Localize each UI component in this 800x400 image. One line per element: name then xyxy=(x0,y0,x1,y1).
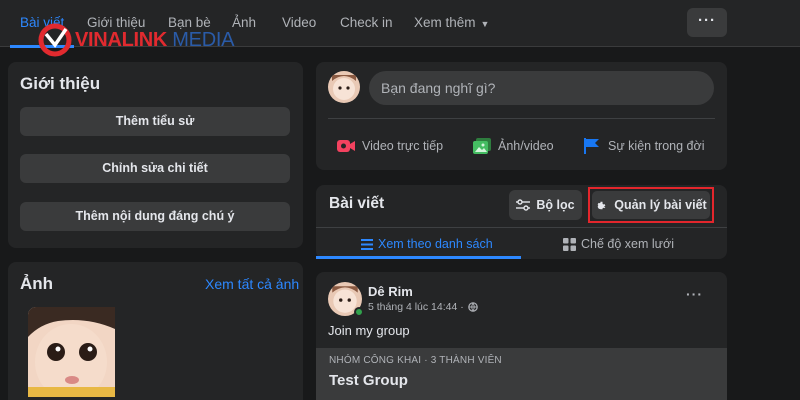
grid-view-tab[interactable]: Chế độ xem lưới xyxy=(563,231,674,257)
photo-video-button[interactable]: Ảnh/video xyxy=(472,135,554,157)
post-time-text: 5 tháng 4 lúc 14:44 · xyxy=(368,301,464,313)
filter-button[interactable]: Bộ lọc xyxy=(509,190,582,220)
posts-title: Bài viết xyxy=(329,195,385,212)
live-video-icon xyxy=(337,140,355,152)
photo-video-label: Ảnh/video xyxy=(498,139,554,153)
manage-posts-highlight: Quản lý bài viết xyxy=(588,187,714,223)
live-video-button[interactable]: Video trực tiếp xyxy=(336,135,443,157)
composer-divider xyxy=(328,118,715,119)
grid-view-label: Chế độ xem lưới xyxy=(581,237,674,251)
shared-group-preview[interactable]: NHÓM CÔNG KHAI · 3 THÀNH VIÊN Test Group xyxy=(316,348,727,400)
photo-icon xyxy=(473,138,491,154)
photo-thumbnail[interactable] xyxy=(28,307,115,397)
tab-photos[interactable]: Ảnh xyxy=(232,0,256,47)
list-view-label: Xem theo danh sách xyxy=(378,237,493,251)
post-author-name[interactable]: Dê Rim xyxy=(368,284,413,299)
tab-more-label: Xem thêm xyxy=(414,15,476,30)
filter-label: Bộ lọc xyxy=(536,198,575,212)
post-options-button[interactable]: ··· xyxy=(686,286,703,302)
life-event-button[interactable]: Sự kiện trong đời xyxy=(582,135,704,157)
filter-sliders-icon xyxy=(516,199,531,211)
intro-title: Giới thiệu xyxy=(20,74,101,93)
whats-on-your-mind-input[interactable]: Bạn đang nghĩ gì? xyxy=(369,71,714,105)
watermark-text: VINALINK MEDIA xyxy=(75,28,235,51)
tab-check-in[interactable]: Check in xyxy=(340,0,393,47)
group-name[interactable]: Test Group xyxy=(329,372,408,389)
manage-posts-button[interactable]: Quản lý bài viết xyxy=(592,191,710,219)
gear-icon xyxy=(597,201,606,209)
edit-details-button[interactable]: Chỉnh sửa chi tiết xyxy=(20,154,290,183)
globe-icon xyxy=(467,302,478,312)
list-view-tab[interactable]: Xem theo danh sách xyxy=(361,231,493,257)
photos-title: Ảnh xyxy=(20,274,54,293)
list-icon xyxy=(361,238,373,250)
post-card: Dê Rim 5 tháng 4 lúc 14:44 · ··· Join my… xyxy=(316,272,727,400)
tab-more[interactable]: Xem thêm ▼ xyxy=(414,0,489,47)
post-composer: Bạn đang nghĩ gì? Video trực tiếp Ảnh/vi… xyxy=(316,62,727,170)
photos-card: Ảnh Xem tất cả ảnh xyxy=(8,262,303,400)
posts-divider xyxy=(316,227,727,228)
vinalink-logo-icon xyxy=(38,23,72,57)
manage-posts-label: Quản lý bài viết xyxy=(614,198,707,212)
vinalink-watermark: VINALINK MEDIA xyxy=(38,23,235,57)
caret-down-icon: ▼ xyxy=(480,19,490,29)
live-video-label: Video trực tiếp xyxy=(362,139,444,153)
see-all-photos-link[interactable]: Xem tất cả ảnh xyxy=(205,276,299,292)
add-featured-button[interactable]: Thêm nội dung đáng chú ý xyxy=(20,202,290,231)
more-options-button[interactable]: ··· xyxy=(687,8,727,37)
user-avatar[interactable] xyxy=(328,71,360,103)
post-timestamp[interactable]: 5 tháng 4 lúc 14:44 · xyxy=(368,301,478,313)
online-status-dot xyxy=(354,307,364,317)
intro-card: Giới thiệu Thêm tiểu sử Chỉnh sửa chi ti… xyxy=(8,62,303,248)
flag-icon xyxy=(584,138,599,154)
tab-videos[interactable]: Video xyxy=(282,0,316,47)
posts-header-card: Bài viết Bộ lọc Quản lý bài viết Xem the… xyxy=(316,185,727,259)
group-meta: NHÓM CÔNG KHAI · 3 THÀNH VIÊN xyxy=(329,355,502,366)
add-bio-button[interactable]: Thêm tiểu sử xyxy=(20,107,290,136)
grid-icon xyxy=(563,237,576,251)
post-text: Join my group xyxy=(328,323,410,338)
active-view-underline xyxy=(316,256,521,259)
life-event-label: Sự kiện trong đời xyxy=(608,139,705,153)
